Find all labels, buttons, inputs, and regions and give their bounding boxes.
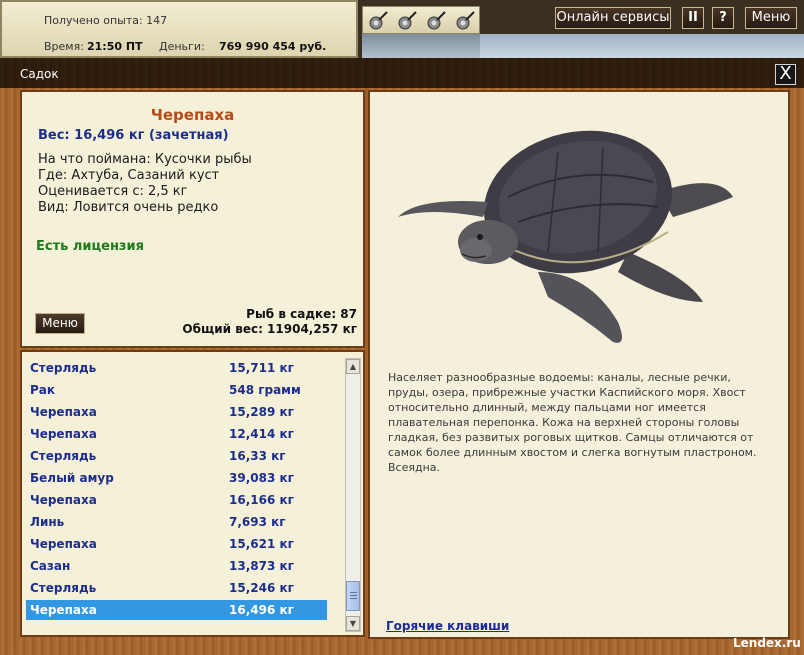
grip-line	[350, 592, 357, 593]
fish-weight: Вес: 16,496 кг (зачетная)	[38, 128, 229, 143]
keepnet-totals: Рыб в садке: 87 Общий вес: 11904,257 кг	[182, 307, 357, 337]
scroll-down-arrow[interactable]: ▼	[346, 616, 360, 631]
list-item[interactable]: Стерлядь 15,711 кг	[26, 358, 327, 378]
list-scrollbar[interactable]: ▲ ▼	[345, 358, 361, 632]
fish-item-weight: 7,693 кг	[229, 515, 286, 529]
money-label: Деньги:	[159, 40, 205, 53]
fish-item-name: Черепаха	[30, 603, 97, 617]
fish-item-weight: 15,246 кг	[229, 581, 294, 595]
help-button[interactable]: ?	[712, 7, 734, 29]
kind-text: Вид: Ловится очень редко	[38, 200, 219, 215]
money-value: 769 990 454 руб.	[219, 40, 327, 53]
grip-line	[350, 598, 357, 599]
fish-item-name: Черепаха	[30, 493, 97, 507]
fish-item-weight: 16,496 кг	[229, 603, 294, 617]
hotkeys-link[interactable]: Горячие клавиши	[386, 619, 509, 633]
sky-strip	[362, 34, 480, 58]
fishing-rod-icon[interactable]	[454, 10, 476, 32]
list-item[interactable]: Линь 7,693 кг	[26, 512, 327, 532]
online-services-button[interactable]: Онлайн сервисы	[555, 7, 671, 29]
fish-item-name: Стерлядь	[30, 581, 97, 595]
scroll-thumb[interactable]	[346, 581, 360, 611]
fish-item-name: Рак	[30, 383, 56, 397]
fish-count: Рыб в садке: 87	[246, 307, 357, 321]
top-bar: Получено опыта: 147 Время: 21:50 ПТ День…	[0, 0, 804, 58]
bait-text: На что поймана: Кусочки рыбы	[38, 152, 252, 167]
fish-item-name: Линь	[30, 515, 65, 529]
fish-item-weight: 15,711 кг	[229, 361, 294, 375]
fish-item-weight: 548 грамм	[229, 383, 301, 397]
list-item[interactable]: Рак 548 грамм	[26, 380, 327, 400]
scroll-up-arrow[interactable]: ▲	[346, 359, 360, 374]
watermark: Lendex.ru	[733, 636, 801, 650]
fish-menu-button[interactable]: Меню	[35, 313, 85, 334]
fish-item-name: Черепаха	[30, 537, 97, 551]
fishing-rod-icon[interactable]	[396, 10, 418, 32]
fish-item-weight: 16,166 кг	[229, 493, 294, 507]
close-button[interactable]: X	[775, 64, 796, 85]
window-title: Садок	[20, 67, 59, 81]
list-item[interactable]: Черепаха 12,414 кг	[26, 424, 327, 444]
fish-item-name: Стерлядь	[30, 361, 97, 375]
fishing-rod-icon[interactable]	[425, 10, 447, 32]
fish-item-weight: 13,873 кг	[229, 559, 294, 573]
list-item-selected[interactable]: Черепаха 16,496 кг	[26, 600, 327, 620]
fish-name: Черепаха	[150, 106, 235, 124]
pause-button[interactable]: II	[682, 7, 704, 29]
fish-item-weight: 15,621 кг	[229, 537, 294, 551]
main-menu-button[interactable]: Меню	[745, 7, 797, 29]
list-item[interactable]: Стерлядь 16,33 кг	[26, 446, 327, 466]
fish-item-name: Сазан	[30, 559, 71, 573]
fish-item-name: Стерлядь	[30, 449, 97, 463]
window-titlebar: Садок X	[0, 58, 804, 88]
license-status: Есть лицензия	[36, 239, 144, 254]
sky-strip	[480, 34, 804, 58]
valued-text: Оценивается с: 2,5 кг	[38, 184, 188, 199]
fish-item-name: Черепаха	[30, 405, 97, 419]
time-label: Время:	[44, 40, 84, 53]
fishing-rod-icon[interactable]	[367, 10, 389, 32]
player-stats: Получено опыта: 147 Время: 21:50 ПТ День…	[0, 0, 358, 58]
keepnet-window: Садок X Черепаха Вес: 16,496 кг (зачетна…	[0, 58, 804, 655]
description-panel: Населяет разнообразные водоемы: каналы, …	[368, 90, 790, 639]
list-item[interactable]: Белый амур 39,083 кг	[26, 468, 327, 488]
fish-item-name: Черепаха	[30, 427, 97, 441]
fish-item-name: Белый амур	[30, 471, 114, 485]
list-item[interactable]: Сазан 13,873 кг	[26, 556, 327, 576]
fish-item-weight: 16,33 кг	[229, 449, 286, 463]
list-item[interactable]: Черепаха 15,289 кг	[26, 402, 327, 422]
time-value: 21:50 ПТ	[87, 40, 143, 53]
list-item[interactable]: Черепаха 16,166 кг	[26, 490, 327, 510]
list-item[interactable]: Стерлядь 15,246 кг	[26, 578, 327, 598]
experience-text: Получено опыта: 147	[44, 14, 168, 27]
total-weight: Общий вес: 11904,257 кг	[182, 322, 357, 336]
rod-slots	[362, 6, 480, 34]
fish-description: Населяет разнообразные водоемы: каналы, …	[388, 371, 757, 474]
catch-list: Стерлядь 15,711 кг Рак 548 грамм Черепаха 1…	[20, 350, 365, 637]
grip-line	[350, 595, 357, 596]
list-item[interactable]: Черепаха 15,621 кг	[26, 534, 327, 554]
place-text: Где: Ахтуба, Сазаний куст	[38, 168, 220, 183]
turtle-image	[398, 130, 733, 343]
fish-item-weight: 15,289 кг	[229, 405, 294, 419]
fish-item-weight: 12,414 кг	[229, 427, 294, 441]
fish-info-panel: Черепаха Вес: 16,496 кг (зачетная) На чт…	[20, 90, 365, 348]
fish-item-weight: 39,083 кг	[229, 471, 294, 485]
